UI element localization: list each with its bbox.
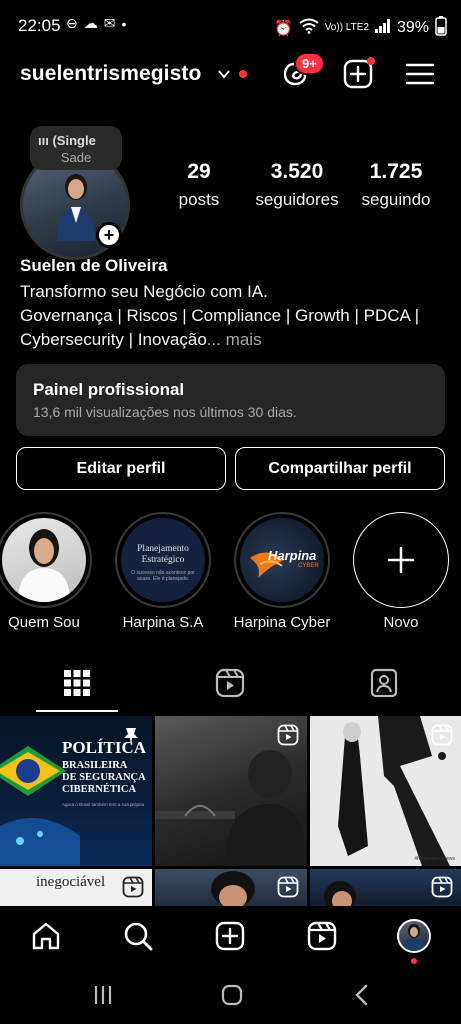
dnd-icon: ⊖ bbox=[66, 15, 78, 31]
status-time: 22:05 bbox=[18, 16, 61, 35]
home-icon[interactable] bbox=[30, 920, 62, 952]
create-notification-dot bbox=[367, 57, 375, 65]
dashboard-subtitle: 13,6 mil visualizações nos últimos 30 di… bbox=[33, 404, 297, 420]
plus-icon bbox=[387, 546, 415, 574]
profile-notification-dot bbox=[411, 958, 417, 964]
status-bar: 22:05 ⊖ ☁ ✉ • ⏰ Vo)) LTE2 39% bbox=[0, 0, 461, 52]
system-navigation-bar bbox=[0, 968, 461, 1024]
avatar-photo bbox=[57, 174, 95, 241]
post-thumbnail[interactable]: #harpinatechnews bbox=[310, 716, 461, 866]
edit-profile-button[interactable]: Editar perfil bbox=[16, 447, 226, 490]
highlight-cover bbox=[2, 518, 86, 602]
battery-icon bbox=[435, 16, 447, 40]
share-profile-button[interactable]: Compartilhar perfil bbox=[235, 447, 445, 490]
menu-icon[interactable] bbox=[404, 58, 436, 90]
note-text: (Single bbox=[52, 133, 96, 148]
more-dot-icon: • bbox=[121, 15, 127, 32]
highlight-harpina-sa[interactable]: Planejamento Estratégico O sucesso não a… bbox=[113, 512, 213, 631]
bio-line: Transformo seu Negócio com IA. bbox=[20, 282, 268, 301]
highlight-label: Harpina Cyber bbox=[233, 614, 331, 631]
stat-followers[interactable]: 3.520 seguidores bbox=[250, 160, 344, 210]
bottom-navigation bbox=[0, 906, 461, 968]
reels-icon bbox=[277, 876, 299, 898]
post-thumbnail[interactable] bbox=[155, 869, 307, 906]
back-icon[interactable] bbox=[352, 983, 372, 1007]
active-tab-indicator bbox=[36, 710, 118, 712]
highlight-label: Quem Sou bbox=[8, 614, 80, 631]
battery-percent: 39% bbox=[396, 19, 429, 36]
bio-line: Governança | Riscos | Compliance | Growt… bbox=[20, 306, 420, 325]
highlight-cover: Planejamento Estratégico O sucesso não a… bbox=[121, 518, 205, 602]
threads-badge: 9+ bbox=[294, 52, 325, 75]
wifi-icon bbox=[299, 18, 319, 38]
chevron-down-icon[interactable] bbox=[216, 66, 232, 82]
alarm-icon: ⏰ bbox=[274, 20, 293, 37]
reels-icon[interactable] bbox=[215, 668, 245, 698]
highlight-quem-sou[interactable]: Quem Sou bbox=[0, 512, 94, 631]
bio-more-link[interactable]: ... mais bbox=[207, 330, 262, 349]
note-bubble[interactable]: ııı (Single Sade bbox=[30, 126, 122, 170]
highlight-cover: Harpina CYBER bbox=[240, 518, 324, 602]
add-story-icon[interactable]: + bbox=[96, 222, 122, 248]
bio-line: Cybersecurity | Inovação bbox=[20, 330, 207, 349]
professional-dashboard[interactable]: Painel profissional 13,6 mil visualizaçõ… bbox=[16, 364, 445, 436]
post-thumbnail[interactable]: POLÍTICA BRASILEIRA DE SEGURANÇA CIBERNÉ… bbox=[0, 716, 152, 866]
posts-grid: POLÍTICA BRASILEIRA DE SEGURANÇA CIBERNÉ… bbox=[0, 716, 461, 906]
bio: Transformo seu Negócio com IA. Governanç… bbox=[20, 280, 450, 352]
highlight-label: Novo bbox=[383, 614, 419, 631]
stat-posts[interactable]: 29 posts bbox=[176, 160, 222, 210]
signal-bars-icon bbox=[374, 19, 391, 37]
signal-icon: Vo)) LTE2 bbox=[324, 22, 369, 33]
highlight-new[interactable]: Novo bbox=[351, 512, 451, 631]
create-icon[interactable] bbox=[214, 920, 246, 952]
reels-icon bbox=[431, 724, 453, 746]
post-thumbnail[interactable] bbox=[310, 869, 461, 906]
reels-icon bbox=[431, 876, 453, 898]
profile-header: suelentrismegisto 9+ bbox=[0, 52, 461, 98]
account-notification-dot bbox=[239, 70, 247, 78]
music-bars-icon: ııı bbox=[38, 133, 49, 148]
search-icon[interactable] bbox=[122, 920, 154, 952]
highlight-label: Harpina S.A bbox=[122, 614, 204, 631]
home-button-icon[interactable] bbox=[220, 983, 244, 1007]
reels-icon bbox=[277, 724, 299, 746]
username[interactable]: suelentrismegisto bbox=[20, 62, 201, 86]
recents-icon[interactable] bbox=[92, 984, 114, 1006]
profile-tabs bbox=[0, 660, 461, 714]
reels-icon bbox=[122, 876, 144, 898]
tagged-icon[interactable] bbox=[369, 668, 399, 698]
cloud-icon: ☁ bbox=[83, 15, 98, 31]
stat-following[interactable]: 1.725 seguindo bbox=[356, 160, 436, 210]
post-thumbnail[interactable] bbox=[155, 716, 307, 866]
reels-icon[interactable] bbox=[306, 920, 338, 952]
full-name: Suelen de Oliveira bbox=[20, 256, 168, 275]
profile-avatar-nav[interactable] bbox=[397, 919, 431, 953]
grid-icon[interactable] bbox=[62, 668, 92, 698]
message-icon: ✉ bbox=[103, 15, 116, 31]
post-thumbnail[interactable]: inegociável bbox=[0, 869, 152, 906]
highlight-harpina-cyber[interactable]: Harpina CYBER Harpina Cyber bbox=[232, 512, 332, 631]
dashboard-title: Painel profissional bbox=[33, 380, 185, 399]
note-artist: Sade bbox=[60, 150, 92, 165]
